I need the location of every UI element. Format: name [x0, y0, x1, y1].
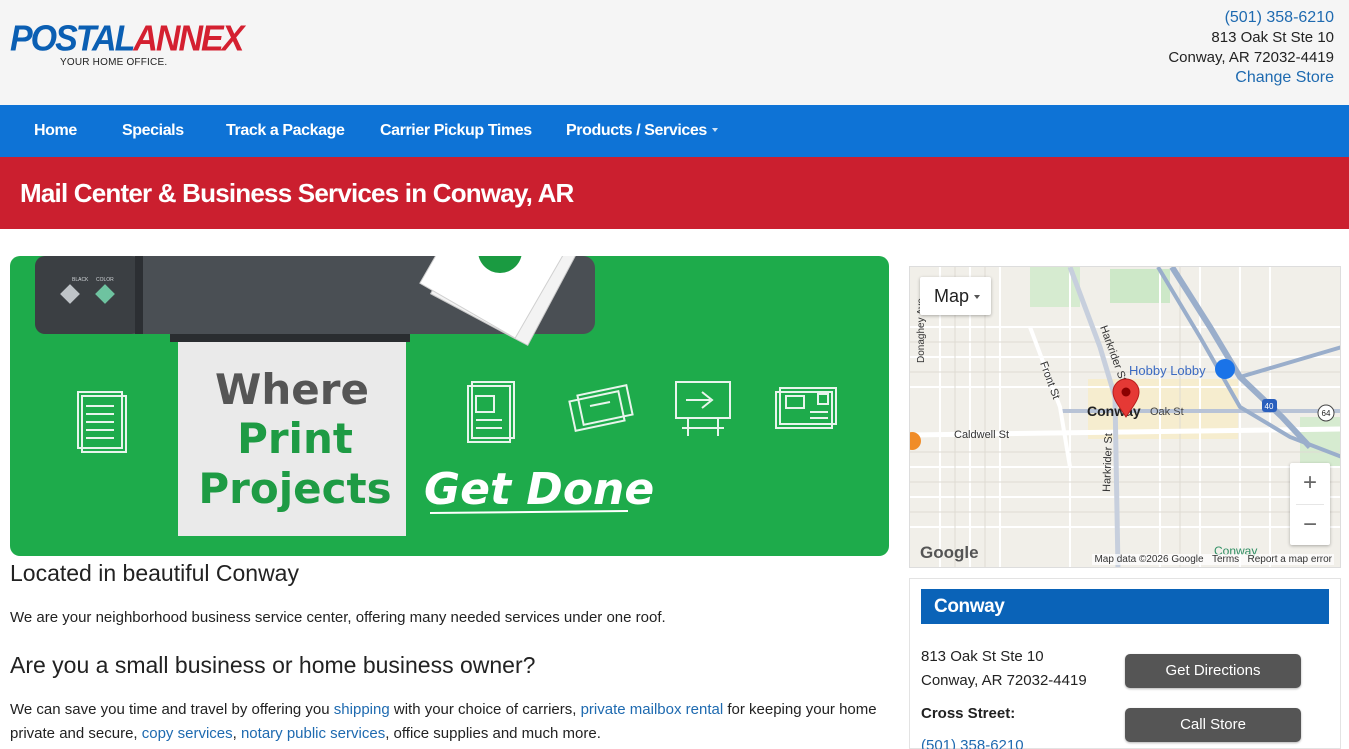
- store-card-address-line2: Conway, AR 72032-4419: [921, 672, 1087, 689]
- services-text: with your choice of carriers,: [389, 701, 581, 718]
- cross-street-label: Cross Street:: [921, 705, 1016, 722]
- nav-item-specials[interactable]: Specials: [122, 105, 184, 157]
- business-cards-icon: [568, 383, 634, 433]
- zoom-controls: + −: [1290, 463, 1330, 545]
- hero-get-done: Get Done: [424, 464, 654, 515]
- store-card-address: 813 Oak St Ste 10 Conway, AR 72032-4419: [921, 645, 1087, 693]
- call-store-button[interactable]: Call Store: [1125, 708, 1301, 742]
- header-phone-link[interactable]: (501) 358-6210: [1168, 8, 1334, 28]
- store-card-title: Conway: [921, 589, 1329, 624]
- chevron-down-icon: [974, 295, 981, 299]
- logo-annex-text: ANNEX: [133, 19, 244, 59]
- nav-item-home[interactable]: Home: [34, 105, 77, 157]
- hero-line-where: Where: [215, 365, 369, 414]
- services-text: private and secure,: [10, 725, 142, 742]
- section-heading-small-business: Are you a small business or home busines…: [10, 652, 536, 678]
- store-info-card: Conway 813 Oak St Ste 10 Conway, AR 7203…: [909, 578, 1341, 749]
- logo-tagline: YOUR HOME OFFICE.: [60, 57, 168, 68]
- site-header: POSTALANNEX YOUR HOME OFFICE. (501) 358-…: [0, 0, 1349, 105]
- map-label-caldwell-st: Caldwell St: [954, 429, 1009, 441]
- hero-banner: BLACK COLOR Where Print Projects Get Don…: [10, 256, 889, 556]
- hero-line-print: Print: [237, 414, 353, 463]
- printer-panel: [35, 256, 140, 334]
- logo-wordmark: POSTALANNEX: [10, 19, 244, 59]
- map-label-harkrider-st-lower: Harkrider St: [1101, 433, 1115, 492]
- services-text: We can save you time and travel by offer…: [10, 701, 334, 718]
- header-address-line1: 813 Oak St Ste 10: [1211, 29, 1334, 46]
- documents-icon: [77, 391, 127, 453]
- change-store-link[interactable]: Change Store: [1168, 68, 1334, 88]
- logo-postal-text: POSTAL: [10, 19, 135, 59]
- hero-illustration: BLACK COLOR Where Print Projects Get Don…: [35, 256, 837, 536]
- shipping-link[interactable]: shipping: [334, 701, 390, 718]
- header-contact: (501) 358-6210 813 Oak St Ste 10 Conway,…: [1168, 8, 1334, 88]
- chevron-down-icon: [711, 128, 718, 132]
- services-text: , office supplies and much more.: [385, 725, 601, 742]
- printer-button-label-color: COLOR: [96, 277, 114, 283]
- printer-slot: [170, 334, 410, 342]
- map-type-button[interactable]: Map: [920, 277, 991, 315]
- mailbox-rental-link[interactable]: private mailbox rental: [581, 701, 724, 718]
- zoom-in-button[interactable]: +: [1290, 463, 1330, 504]
- section-heading-located: Located in beautiful Conway: [10, 560, 299, 586]
- map-data-attribution: Map data ©2026 Google: [1094, 554, 1204, 565]
- header-address-line2: Conway, AR 72032-4419: [1168, 49, 1334, 66]
- page-title: Mail Center & Business Services in Conwa…: [20, 178, 574, 208]
- store-card-phone-link[interactable]: (501) 358-6210: [921, 737, 1024, 749]
- services-paragraph-line2: private and secure, copy services, notar…: [10, 722, 601, 746]
- map-report-error-link[interactable]: Report a map error: [1248, 554, 1332, 565]
- store-card-address-line1: 813 Oak St Ste 10: [921, 648, 1044, 665]
- store-map[interactable]: Hobby Lobby Conway Oak St Caldwell St Fr…: [909, 266, 1341, 568]
- map-label-oak-st: Oak St: [1150, 406, 1184, 418]
- google-logo: Google: [920, 543, 979, 562]
- notary-services-link[interactable]: notary public services: [241, 725, 385, 742]
- map-footer: Map data ©2026 Google Terms Report a map…: [1092, 554, 1334, 565]
- get-directions-button[interactable]: Get Directions: [1125, 654, 1301, 688]
- services-text: for keeping your home: [723, 701, 877, 718]
- interstate-shield-label: 40: [1265, 402, 1274, 411]
- postal-annex-logo[interactable]: POSTALANNEX YOUR HOME OFFICE.: [10, 19, 244, 68]
- shopping-marker-icon[interactable]: [1215, 359, 1235, 379]
- brochure-icon: [467, 381, 515, 443]
- printer-divider: [135, 256, 143, 334]
- postcard-icon: [775, 387, 837, 429]
- main-nav: Home Specials Track a Package Carrier Pi…: [0, 105, 1349, 157]
- map-type-label: Map: [934, 286, 970, 306]
- sign-icon: [675, 381, 731, 436]
- nav-item-products-label: Products / Services: [566, 122, 707, 139]
- hero-line-projects: Projects: [198, 464, 391, 513]
- printer-button-label-black: BLACK: [72, 277, 89, 283]
- intro-paragraph: We are your neighborhood business servic…: [10, 609, 666, 626]
- services-paragraph-line1: We can save you time and travel by offer…: [10, 698, 877, 722]
- nav-item-carrier-pickup[interactable]: Carrier Pickup Times: [380, 105, 532, 157]
- map-label-hobby-lobby: Hobby Lobby: [1129, 363, 1206, 378]
- page-title-band: Mail Center & Business Services in Conwa…: [0, 157, 1349, 229]
- nav-item-track-package[interactable]: Track a Package: [226, 105, 345, 157]
- nav-item-products-services[interactable]: Products / Services: [566, 105, 718, 157]
- highway-shield-label: 64: [1322, 409, 1331, 418]
- map-terms-link[interactable]: Terms: [1212, 554, 1239, 565]
- zoom-out-button[interactable]: −: [1290, 505, 1330, 546]
- services-text: ,: [232, 725, 241, 742]
- copy-services-link[interactable]: copy services: [142, 725, 233, 742]
